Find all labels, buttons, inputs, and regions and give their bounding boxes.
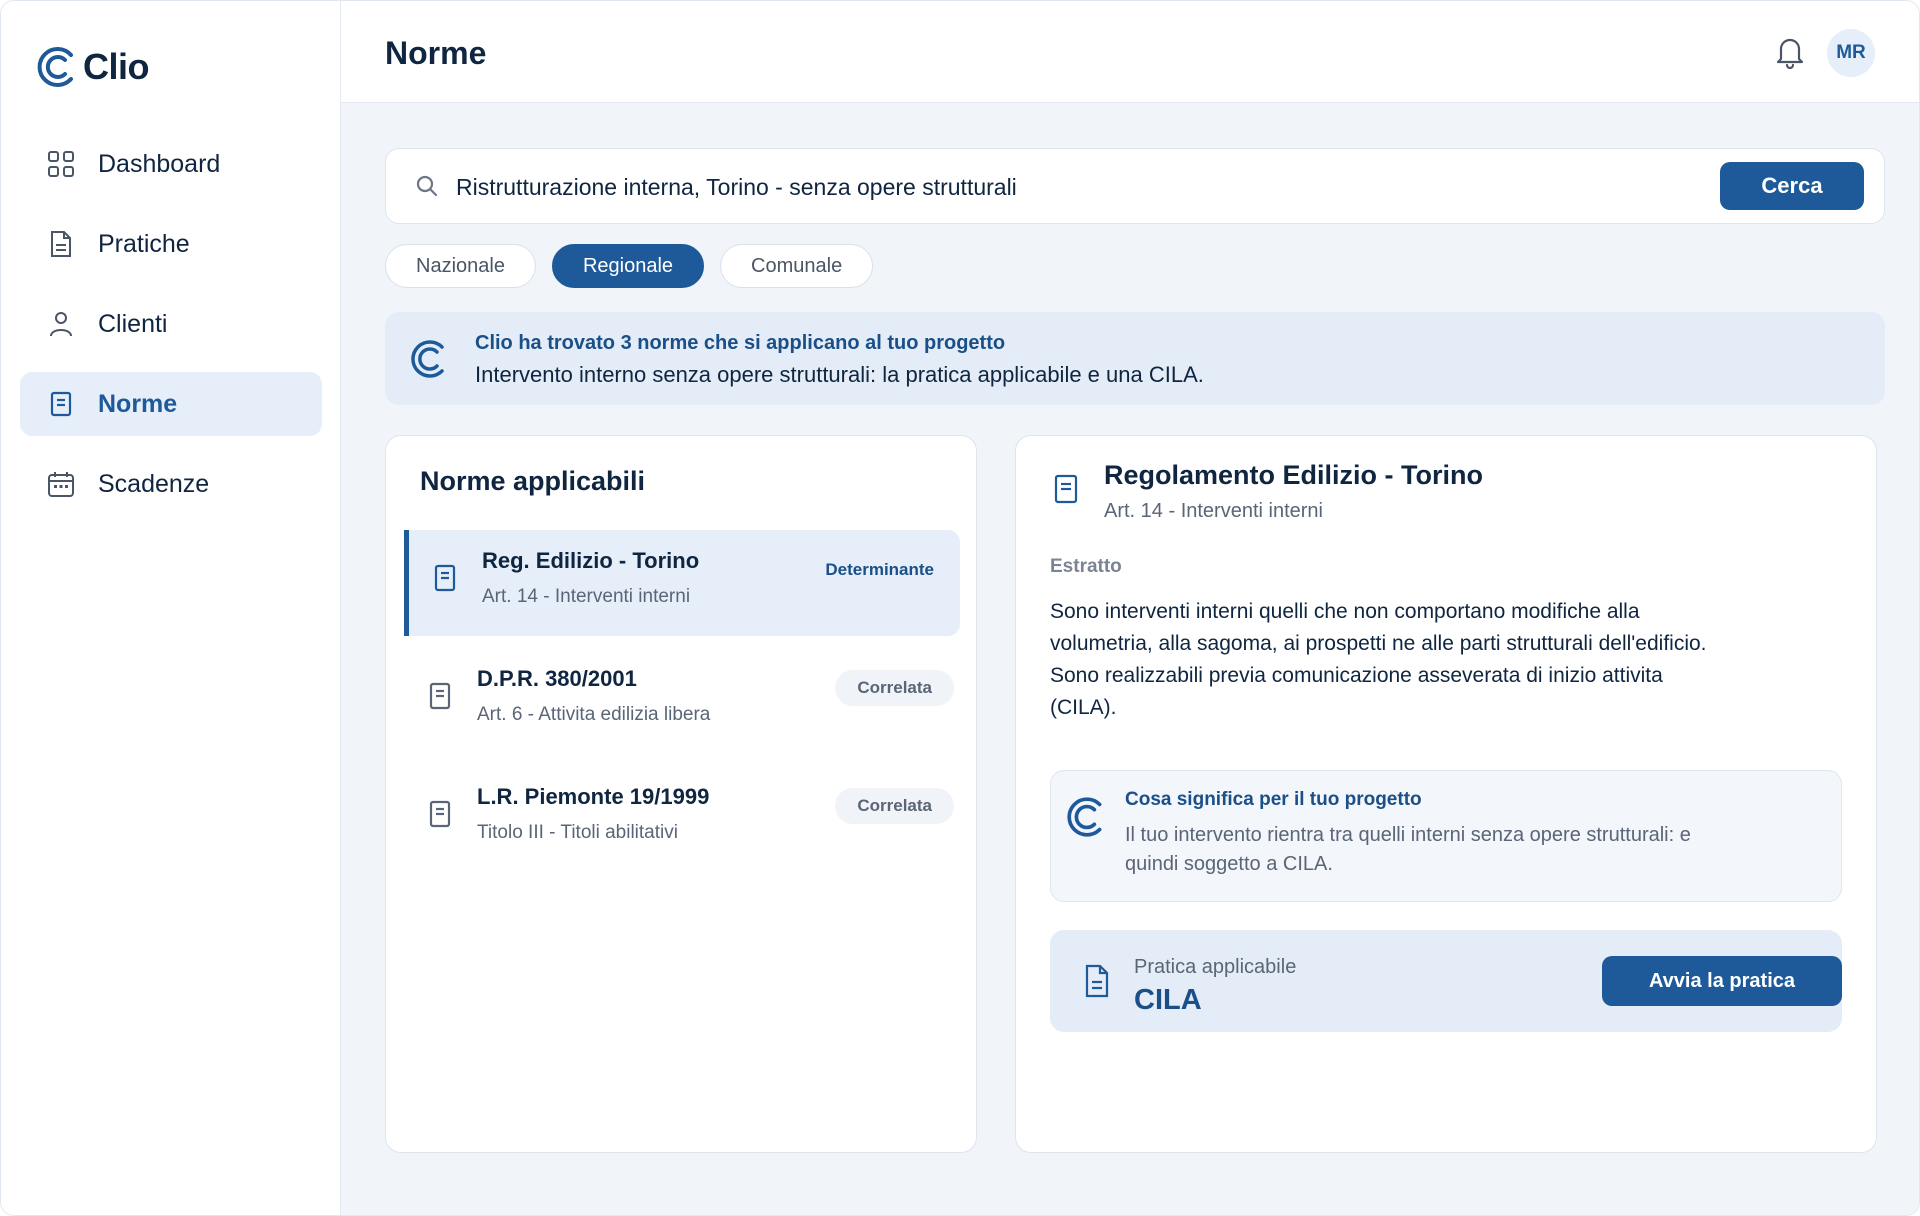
calendar-icon: [46, 469, 76, 499]
clio-logo-icon: [37, 47, 73, 87]
book-icon: [1054, 474, 1078, 509]
bell-icon[interactable]: [1775, 35, 1807, 70]
status-badge: Determinante: [825, 560, 934, 579]
pratica-value: CILA: [1134, 984, 1202, 1016]
estratto-text: Sono interventi interni quelli che non c…: [1050, 600, 1707, 719]
book-icon: [429, 682, 451, 715]
list-item-title: L.R. Piemonte 19/1999: [477, 784, 710, 809]
brand-logo[interactable]: Clio: [37, 45, 150, 89]
sidebar-item-dashboard[interactable]: Dashboard: [20, 132, 322, 196]
status-badge: Correlata: [835, 670, 954, 706]
sidebar-item-label: Norme: [98, 389, 178, 418]
grid-icon: [46, 149, 76, 179]
norma-detail-card: Regolamento Edilizio - Torino Art. 14 - …: [1015, 435, 1877, 1153]
banner-title: Clio ha trovato 3 norme che si applicano…: [475, 332, 1006, 354]
estratto-label: Estratto: [1050, 556, 1122, 577]
list-item-lr-piemonte[interactable]: L.R. Piemonte 19/1999 Titolo III - Titol…: [404, 766, 960, 872]
applicable-pratica-box: Pratica applicabile CILA Avvia la pratic…: [1050, 930, 1842, 1032]
clio-logo-icon: [409, 338, 449, 385]
sidebar: Clio Dashboard Pratiche Clienti Norme Sc…: [1, 1, 341, 1215]
pratica-label: Pratica applicabile: [1134, 956, 1297, 978]
ai-result-banner: Clio ha trovato 3 norme che si applicano…: [385, 312, 1885, 405]
sidebar-item-pratiche[interactable]: Pratiche: [20, 212, 322, 276]
search-icon: [414, 173, 440, 204]
document-icon: [1084, 964, 1110, 1003]
meaning-text: Il tuo intervento rientra tra quelli int…: [1125, 824, 1691, 875]
list-item-title: Reg. Edilizio - Torino: [482, 548, 700, 573]
sidebar-nav: Dashboard Pratiche Clienti Norme Scadenz…: [20, 132, 322, 532]
list-item-subtitle: Art. 14 - Interventi interni: [482, 586, 691, 607]
project-meaning-box: Cosa significa per il tuo progetto Il tu…: [1050, 770, 1842, 902]
filter-chips: Nazionale Regionale Comunale: [385, 244, 874, 288]
list-item-subtitle: Art. 6 - Attivita edilizia libera: [477, 704, 711, 725]
norme-list-card: Norme applicabili Reg. Edilizio - Torino…: [385, 435, 977, 1153]
document-icon: [46, 229, 76, 259]
sidebar-item-label: Clienti: [98, 309, 168, 338]
brand-name: Clio: [83, 46, 150, 87]
sidebar-item-scadenze[interactable]: Scadenze: [20, 452, 322, 516]
book-icon: [434, 564, 456, 597]
list-item-dpr[interactable]: D.P.R. 380/2001 Art. 6 - Attivita ediliz…: [404, 648, 960, 754]
sidebar-item-label: Pratiche: [98, 229, 190, 258]
start-pratica-button[interactable]: Avvia la pratica: [1602, 956, 1842, 1006]
detail-subtitle: Art. 14 - Interventi interni: [1104, 500, 1323, 522]
banner-text: Intervento interno senza opere struttura…: [475, 362, 1204, 387]
list-item-reg-edilizio[interactable]: Reg. Edilizio - Torino Art. 14 - Interve…: [404, 530, 960, 636]
search-button[interactable]: Cerca: [1720, 162, 1864, 210]
filter-chip-regionale[interactable]: Regionale: [551, 244, 705, 288]
list-item-subtitle: Titolo III - Titoli abilitativi: [477, 822, 678, 843]
user-icon: [46, 309, 76, 339]
list-item-title: D.P.R. 380/2001: [477, 666, 637, 691]
book-icon: [429, 800, 451, 833]
sidebar-item-norme[interactable]: Norme: [20, 372, 322, 436]
book-icon: [46, 389, 76, 419]
app-window: Clio Dashboard Pratiche Clienti Norme Sc…: [0, 0, 1920, 1216]
filter-chip-comunale[interactable]: Comunale: [720, 244, 874, 288]
status-badge: Correlata: [835, 788, 954, 824]
clio-logo-icon: [1065, 795, 1107, 844]
avatar[interactable]: MR: [1827, 29, 1875, 77]
meaning-title: Cosa significa per il tuo progetto: [1125, 789, 1422, 810]
sidebar-item-label: Dashboard: [98, 149, 221, 178]
sidebar-item-label: Scadenze: [98, 469, 210, 498]
list-title: Norme applicabili: [420, 466, 646, 496]
search-bar: Ristrutturazione interna, Torino - senza…: [385, 148, 1885, 224]
detail-title: Regolamento Edilizio - Torino: [1104, 460, 1483, 490]
filter-chip-nazionale[interactable]: Nazionale: [385, 244, 536, 288]
sidebar-item-clienti[interactable]: Clienti: [20, 292, 322, 356]
page-title: Norme: [385, 35, 487, 71]
search-input[interactable]: Ristrutturazione interna, Torino - senza…: [456, 174, 1017, 201]
top-header: Norme MR: [341, 1, 1919, 103]
main-content: Ristrutturazione interna, Torino - senza…: [341, 103, 1919, 1215]
